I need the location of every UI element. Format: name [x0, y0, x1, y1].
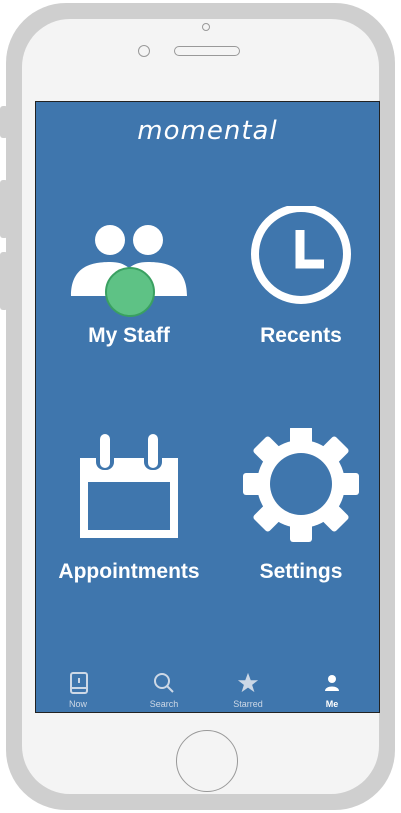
home-button[interactable]	[176, 730, 238, 792]
appointments-label: Appointments	[58, 560, 200, 583]
tab-bar: Now Search Starred Me	[36, 668, 379, 712]
appointments-tile[interactable]: Appointments	[44, 430, 214, 590]
phone-icon	[70, 672, 88, 694]
mute-switch	[0, 106, 8, 138]
tab-now[interactable]: Now	[48, 668, 108, 712]
calendar-icon	[80, 432, 178, 538]
search-icon	[154, 673, 174, 693]
gear-icon	[243, 428, 359, 542]
staff-icon	[71, 225, 187, 317]
tab-search[interactable]: Search	[134, 668, 194, 712]
volume-up-button	[0, 180, 8, 238]
app-logo: momental	[137, 116, 278, 146]
star-icon	[237, 672, 259, 693]
tab-starred[interactable]: Starred	[218, 668, 278, 712]
earpiece-speaker	[174, 46, 240, 56]
my-staff-label: My Staff	[88, 324, 170, 347]
tab-me[interactable]: Me	[302, 668, 362, 712]
app-screen: momental My Staff Recents Appointments S…	[35, 101, 380, 713]
person-icon	[325, 675, 339, 691]
recents-tile[interactable]: Recents	[216, 206, 379, 356]
volume-down-button	[0, 252, 8, 310]
recents-label: Recents	[260, 324, 342, 347]
tab-starred-label: Starred	[233, 699, 263, 709]
settings-label: Settings	[259, 560, 343, 583]
proximity-sensor	[202, 23, 210, 31]
front-camera	[138, 45, 150, 57]
tab-me-label: Me	[325, 699, 339, 709]
tab-now-label: Now	[68, 699, 87, 709]
clock-icon	[251, 206, 351, 304]
tab-search-label: Search	[149, 699, 179, 709]
my-staff-tile[interactable]: My Staff	[44, 218, 214, 358]
settings-tile[interactable]: Settings	[216, 428, 379, 588]
